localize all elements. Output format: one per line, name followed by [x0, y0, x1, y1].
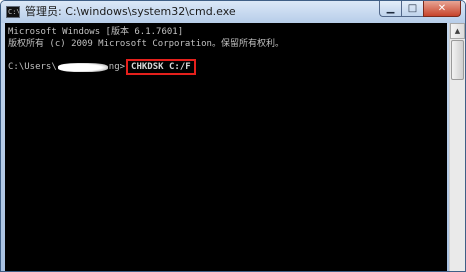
maximize-button[interactable]: □ [401, 1, 423, 17]
prompt-suffix: ng> [108, 62, 126, 72]
close-button[interactable]: ✕ [423, 1, 461, 17]
console-line-copyright: 版权所有 (c) 2009 Microsoft Corporation。保留所有… [8, 39, 284, 49]
console-output[interactable]: Microsoft Windows [版本 6.1.7601] 版权所有 (c)… [5, 23, 447, 271]
minimize-button[interactable]: ▁ [379, 1, 401, 17]
command-prompt-line: C:\Users\ ng> CHKDSK C:/F [8, 59, 196, 75]
console-line-version: Microsoft Windows [版本 6.1.7601] [8, 27, 184, 37]
highlighted-command: CHKDSK C:/F [126, 59, 196, 75]
scroll-thumb[interactable] [451, 40, 464, 80]
cmd-window: C:\ 管理员: C:\windows\system32\cmd.exe ▁ □… [0, 0, 466, 272]
redacted-username [57, 62, 108, 72]
cmd-icon[interactable]: C:\ [6, 6, 20, 18]
prompt-prefix: C:\Users\ [8, 62, 57, 72]
window-title: 管理员: C:\windows\system32\cmd.exe [25, 5, 236, 18]
title-bar[interactable]: C:\ 管理员: C:\windows\system32\cmd.exe ▁ □… [1, 1, 465, 23]
scroll-up-icon[interactable]: ▲ [450, 23, 465, 39]
vertical-scrollbar[interactable]: ▲ [449, 23, 465, 271]
window-controls: ▁ □ ✕ [379, 1, 461, 18]
